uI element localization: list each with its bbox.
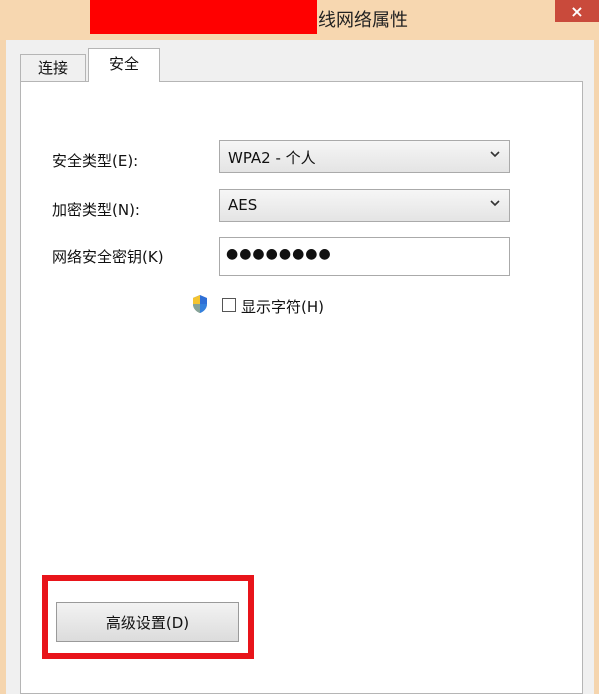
security-type-value: WPA2 - 个人 (228, 149, 316, 167)
chevron-down-icon (490, 200, 500, 207)
encryption-type-select[interactable]: AES (219, 189, 510, 222)
network-key-value: ●●●●●●●● (226, 246, 332, 262)
show-characters-label[interactable]: 显示字符(H) (241, 296, 324, 317)
encryption-type-value: AES (228, 196, 258, 214)
tab-security[interactable]: 安全 (88, 48, 160, 82)
security-type-select[interactable]: WPA2 - 个人 (219, 140, 510, 173)
show-characters-checkbox[interactable] (222, 298, 236, 312)
redaction-block (90, 0, 317, 34)
encryption-type-label: 加密类型(N): (52, 201, 140, 219)
window-title: 线网络属性 (318, 10, 408, 31)
network-key-input[interactable]: ●●●●●●●● (219, 237, 510, 276)
security-type-label: 安全类型(E): (52, 152, 139, 170)
highlight-box (42, 575, 254, 659)
network-key-label: 网络安全密钥(K) (52, 248, 164, 266)
close-button[interactable]: × (555, 0, 599, 22)
uac-shield-icon (193, 295, 207, 313)
chevron-down-icon (490, 151, 500, 158)
tab-connection[interactable]: 连接 (20, 54, 86, 81)
